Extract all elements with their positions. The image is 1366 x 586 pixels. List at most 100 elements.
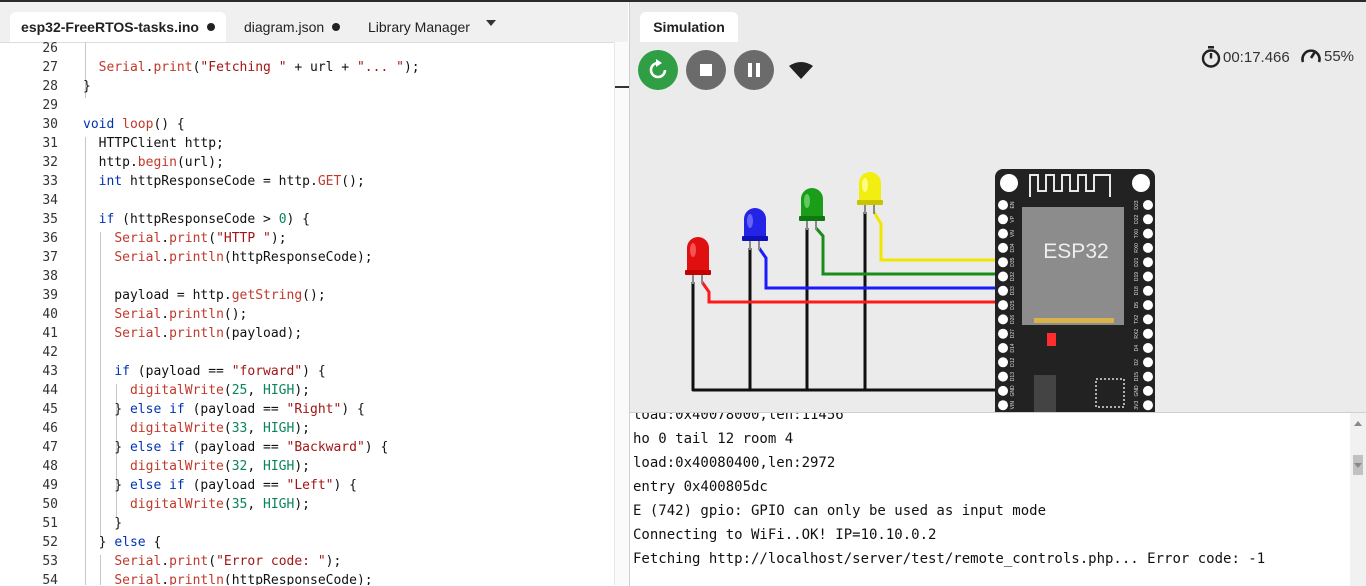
code-line[interactable]: 39 payload = http.getString(); <box>0 286 614 305</box>
code-line[interactable]: 51 } <box>0 514 614 533</box>
pin-hole[interactable] <box>1143 300 1153 311</box>
line-number: 34 <box>42 193 58 208</box>
scroll-up-arrow-icon[interactable] <box>1354 421 1362 426</box>
console-scrollbar[interactable] <box>1350 412 1366 586</box>
pin-hole[interactable] <box>998 371 1008 382</box>
pin-hole[interactable] <box>1143 357 1153 368</box>
line-number: 54 <box>42 573 58 585</box>
pin-hole[interactable] <box>998 228 1008 239</box>
pin-hole[interactable] <box>998 343 1008 353</box>
tab-diagram-json[interactable]: diagram.json <box>244 12 354 42</box>
code-text: int httpResponseCode = http.GET(); <box>98 174 365 189</box>
line-number: 50 <box>42 497 58 512</box>
pin-hole[interactable] <box>1143 257 1153 268</box>
code-line[interactable]: 36 Serial.print("HTTP "); <box>0 229 614 248</box>
pin-label: D26 <box>1010 315 1016 324</box>
line-number: 39 <box>42 288 58 303</box>
code-text: } else if (payload == "Backward") { <box>83 440 389 455</box>
code-line[interactable]: 28} <box>0 77 614 96</box>
esp32-board: EN VP VN D34 D35 D32 D33 D25 D26 D27 D14 D12 D13 GND V… <box>995 169 1155 412</box>
code-line[interactable]: 50 digitalWrite(35, HIGH); <box>0 495 614 514</box>
pin-hole[interactable] <box>1143 271 1153 282</box>
pin-label: VP <box>1010 215 1016 222</box>
pin-hole[interactable] <box>998 314 1008 325</box>
line-number: 36 <box>42 231 58 246</box>
pin-hole[interactable] <box>1143 228 1153 239</box>
code-line[interactable]: 47 } else if (payload == "Backward") { <box>0 438 614 457</box>
scroll-down-arrow-icon[interactable] <box>1354 463 1362 468</box>
editor-scrollbar[interactable] <box>614 42 629 585</box>
pin-label: D34 <box>1010 243 1016 252</box>
code-area[interactable]: 26 27 Serial.print("Fetching " + url + ".… <box>0 42 614 585</box>
code-line[interactable]: 42 <box>0 343 614 362</box>
code-line[interactable]: 34 <box>0 191 614 210</box>
code-line[interactable]: 41 Serial.println(payload); <box>0 324 614 343</box>
code-line[interactable]: 46 digitalWrite(33, HIGH); <box>0 419 614 438</box>
pin-hole[interactable] <box>998 285 1008 296</box>
tabs-dropdown-chevron-icon[interactable] <box>486 20 496 26</box>
unsaved-dot-icon <box>206 23 215 31</box>
pin-hole[interactable] <box>1143 200 1153 210</box>
pin-hole[interactable] <box>1143 343 1153 353</box>
code-text: } <box>83 516 123 531</box>
pin-hole[interactable] <box>1143 314 1153 325</box>
code-line[interactable]: 48 digitalWrite(32, HIGH); <box>0 457 614 476</box>
pin-hole[interactable] <box>998 271 1008 282</box>
pin-label: D21 <box>1134 257 1140 266</box>
code-line[interactable]: 26 <box>0 42 614 58</box>
circuit-diagram: EN VP VN D34 D35 D32 D33 D25 D26 D27 D14 D12 D13 GND V… <box>685 169 1155 412</box>
code-line[interactable]: 33 int httpResponseCode = http.GET(); <box>0 172 614 191</box>
pin-hole[interactable] <box>1143 285 1153 296</box>
pin-hole[interactable] <box>998 400 1008 411</box>
tab-label: Library Manager <box>368 19 470 35</box>
yellow-wire <box>872 211 1001 262</box>
code-line[interactable]: 54 Serial.println(httpResponseCode); <box>0 571 614 585</box>
tab-library-manager[interactable]: Library Manager <box>368 12 478 42</box>
console-line: load:0x40080400,len:2972 <box>633 455 836 471</box>
serial-monitor[interactable]: load:0x40078000,len:11456 ho 0 tail 12 ro… <box>629 412 1351 586</box>
led-yellow <box>857 172 883 214</box>
pin-hole[interactable] <box>1143 385 1153 396</box>
code-text: Serial.print("Error code: "); <box>114 554 342 569</box>
pin-hole[interactable] <box>1143 242 1153 253</box>
code-line[interactable]: 27 Serial.print("Fetching " + url + "...… <box>0 58 614 77</box>
pin-hole[interactable] <box>998 214 1008 225</box>
tab-esp32-sketch[interactable]: esp32-FreeRTOS-tasks.ino <box>10 12 226 42</box>
pin-label: D15 <box>1134 372 1140 381</box>
pin-hole[interactable] <box>1143 371 1153 382</box>
pin-hole[interactable] <box>1143 328 1153 339</box>
pin-label: D14 <box>1010 343 1016 352</box>
code-line[interactable]: 49 } else if (payload == "Left") { <box>0 476 614 495</box>
code-line[interactable]: 43 if (payload == "forward") { <box>0 362 614 381</box>
pin-hole[interactable] <box>998 242 1008 253</box>
code-text: void loop() { <box>83 117 185 132</box>
code-line[interactable]: 44 digitalWrite(25, HIGH); <box>0 381 614 400</box>
pin-hole[interactable] <box>998 357 1008 368</box>
code-line[interactable]: 29 <box>0 96 614 115</box>
pin-label: VIN <box>1010 401 1016 410</box>
pin-hole[interactable] <box>998 257 1008 268</box>
pin-hole[interactable] <box>1143 214 1153 225</box>
pin-hole[interactable] <box>998 385 1008 396</box>
code-line[interactable]: 30 void loop() { <box>0 115 614 134</box>
code-line[interactable]: 35 if (httpResponseCode > 0) { <box>0 210 614 229</box>
code-line[interactable]: 37 Serial.println(httpResponseCode); <box>0 248 614 267</box>
code-line[interactable]: 53 Serial.print("Error code: "); <box>0 552 614 571</box>
pin-hole[interactable] <box>998 200 1008 210</box>
code-line[interactable]: 40 Serial.println(); <box>0 305 614 324</box>
pin-label: D23 <box>1134 200 1140 209</box>
code-line[interactable]: 52 } else { <box>0 533 614 552</box>
pin-label: D25 <box>1010 300 1016 309</box>
code-line[interactable]: 38 <box>0 267 614 286</box>
code-text: } <box>83 79 91 94</box>
pin-label: 3V3 <box>1134 401 1140 410</box>
code-text: HTTPClient http; <box>83 136 224 151</box>
code-line[interactable]: 31 HTTPClient http; <box>0 134 614 153</box>
console-line: ho 0 tail 12 room 4 <box>633 431 794 447</box>
pin-hole[interactable] <box>998 300 1008 311</box>
scrollbar-position-mark <box>615 86 629 88</box>
pin-hole[interactable] <box>1143 400 1153 411</box>
code-line[interactable]: 32 http.begin(url); <box>0 153 614 172</box>
code-line[interactable]: 45 } else if (payload == "Right") { <box>0 400 614 419</box>
pin-hole[interactable] <box>998 328 1008 339</box>
